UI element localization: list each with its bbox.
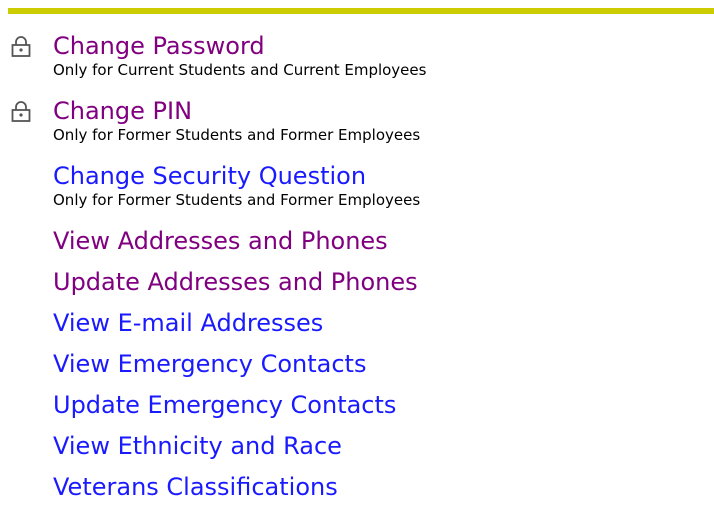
icon-slot — [8, 349, 53, 377]
view-emergency-contacts-link[interactable]: View Emergency Contacts — [53, 349, 708, 380]
menu-item-content: View E-mail Addresses — [53, 308, 708, 339]
menu-item-content: Veterans Classifications — [53, 472, 708, 503]
icon-slot — [8, 226, 53, 254]
icon-slot — [8, 31, 53, 59]
lock-icon — [11, 101, 31, 122]
view-addresses-and-phones-link[interactable]: View Addresses and Phones — [53, 226, 708, 257]
update-emergency-contacts-link[interactable]: Update Emergency Contacts — [53, 390, 708, 421]
menu-item-content: View Ethnicity and Race — [53, 431, 708, 462]
change-pin-description: Only for Former Students and Former Empl… — [53, 126, 421, 144]
change-password-link[interactable]: Change Password — [53, 31, 708, 62]
view-email-addresses-link[interactable]: View E-mail Addresses — [53, 308, 708, 339]
menu-item-content: Change PIN Only for Former Students and … — [53, 96, 708, 144]
menu-item-content: Change Security Question Only for Former… — [53, 161, 708, 209]
menu-item-view-ethnicity-and-race: View Ethnicity and Race — [8, 431, 708, 472]
menu-item-view-addresses-and-phones: View Addresses and Phones — [8, 226, 708, 267]
menu-item-update-addresses-and-phones: Update Addresses and Phones — [8, 267, 708, 308]
menu-item-content: Update Addresses and Phones — [53, 267, 708, 298]
change-password-description: Only for Current Students and Current Em… — [53, 61, 427, 79]
menu-item-view-emergency-contacts: View Emergency Contacts — [8, 349, 708, 390]
menu-item-content: Update Emergency Contacts — [53, 390, 708, 421]
menu-item-veterans-classifications: Veterans Classifications — [8, 472, 708, 513]
lock-icon — [11, 36, 31, 57]
menu-item-update-emergency-contacts: Update Emergency Contacts — [8, 390, 708, 431]
veterans-classifications-link[interactable]: Veterans Classifications — [53, 472, 708, 503]
update-addresses-and-phones-link[interactable]: Update Addresses and Phones — [53, 267, 708, 298]
menu-item-view-email-addresses: View E-mail Addresses — [8, 308, 708, 349]
menu-item-change-pin: Change PIN Only for Former Students and … — [8, 96, 708, 161]
icon-slot — [8, 431, 53, 459]
change-security-question-description: Only for Former Students and Former Empl… — [53, 191, 421, 209]
top-accent-bar — [8, 8, 714, 14]
menu-item-change-security-question: Change Security Question Only for Former… — [8, 161, 708, 226]
personal-information-menu: Change Password Only for Current Student… — [8, 31, 708, 513]
menu-item-change-password: Change Password Only for Current Student… — [8, 31, 708, 96]
change-pin-link[interactable]: Change PIN — [53, 96, 708, 127]
view-ethnicity-and-race-link[interactable]: View Ethnicity and Race — [53, 431, 708, 462]
icon-slot — [8, 161, 53, 189]
icon-slot — [8, 308, 53, 336]
change-security-question-link[interactable]: Change Security Question — [53, 161, 708, 192]
icon-slot — [8, 96, 53, 124]
menu-item-content: View Emergency Contacts — [53, 349, 708, 380]
menu-item-content: Change Password Only for Current Student… — [53, 31, 708, 79]
icon-slot — [8, 472, 53, 500]
icon-slot — [8, 390, 53, 418]
icon-slot — [8, 267, 53, 295]
menu-item-content: View Addresses and Phones — [53, 226, 708, 257]
